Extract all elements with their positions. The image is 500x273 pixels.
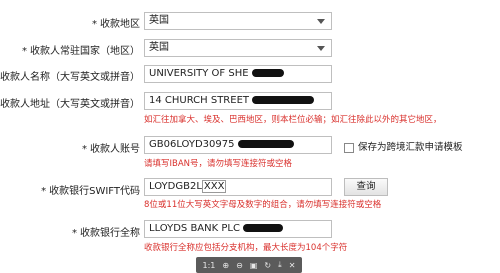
swift-label: * 收款银行SWIFT代码 [41, 186, 140, 197]
close-icon[interactable]: ✕ [289, 261, 296, 270]
swift-input[interactable]: LOYDGB2L XXX [144, 178, 332, 196]
remittance-form: * 收款地区 英国 * 收款人常驻国家（地区） 英国 收款人名称（大写英文或拼音） … [0, 0, 500, 273]
account-input[interactable]: GB06LOYD30975 [144, 136, 332, 154]
redaction-mark [252, 96, 315, 104]
fit-icon[interactable]: ▣ [250, 261, 258, 270]
save-template-option[interactable]: 保存为跨境汇款申请模板 [344, 139, 463, 153]
bank-name-input[interactable]: LLOYDS BANK PLC [144, 220, 332, 238]
swift-suffix-highlight: XXX [201, 180, 227, 193]
redaction-mark [243, 224, 284, 232]
swift-hint: 8位或11位大写英文字母及数字的组合，请勿填写连接符或空格 [144, 200, 382, 210]
image-viewer-toolbar: 1:1 ⊕ ⊖ ▣ ↻ ⤓ ✕ [196, 257, 302, 273]
payee-address-input[interactable]: 14 CHURCH STREET [144, 92, 332, 110]
redaction-mark [251, 69, 284, 77]
account-label: * 收款人账号 [82, 144, 140, 155]
ratio-label[interactable]: 1:1 [203, 261, 216, 270]
bank-name-hint: 收款银行全称应包括分支机构，最大长度为104个字符 [144, 243, 348, 253]
rotate-icon[interactable]: ↻ [264, 261, 271, 270]
payee-name-input[interactable]: UNIVERSITY OF SHE [144, 65, 332, 83]
bank-name-label: * 收款银行全称 [72, 228, 140, 239]
chevron-down-icon [317, 19, 325, 24]
country-label: * 收款地区 [92, 19, 140, 30]
country-select[interactable]: 英国 [144, 12, 332, 30]
zoom-in-icon[interactable]: ⊕ [222, 261, 229, 270]
account-hint: 请填写IBAN号，请勿填写连接符或空格 [144, 159, 293, 169]
redaction-mark [237, 140, 294, 148]
chevron-down-icon [317, 46, 325, 51]
zoom-out-icon[interactable]: ⊖ [236, 261, 243, 270]
swift-lookup-button[interactable]: 查询 [344, 178, 388, 196]
address-hint: 如汇往加拿大、埃及、巴西地区，则本栏位必输；如汇往除此以外的其它地区， [144, 115, 442, 125]
download-icon[interactable]: ⤓ [278, 260, 282, 270]
save-template-checkbox[interactable] [344, 142, 354, 153]
payee-name-label: 收款人名称（大写英文或拼音） [0, 72, 140, 83]
payee-address-label: 收款人地址（大写英文或拼音） [0, 99, 140, 110]
resident-country-label: * 收款人常驻国家（地区） [22, 46, 140, 57]
resident-country-select[interactable]: 英国 [144, 39, 332, 57]
